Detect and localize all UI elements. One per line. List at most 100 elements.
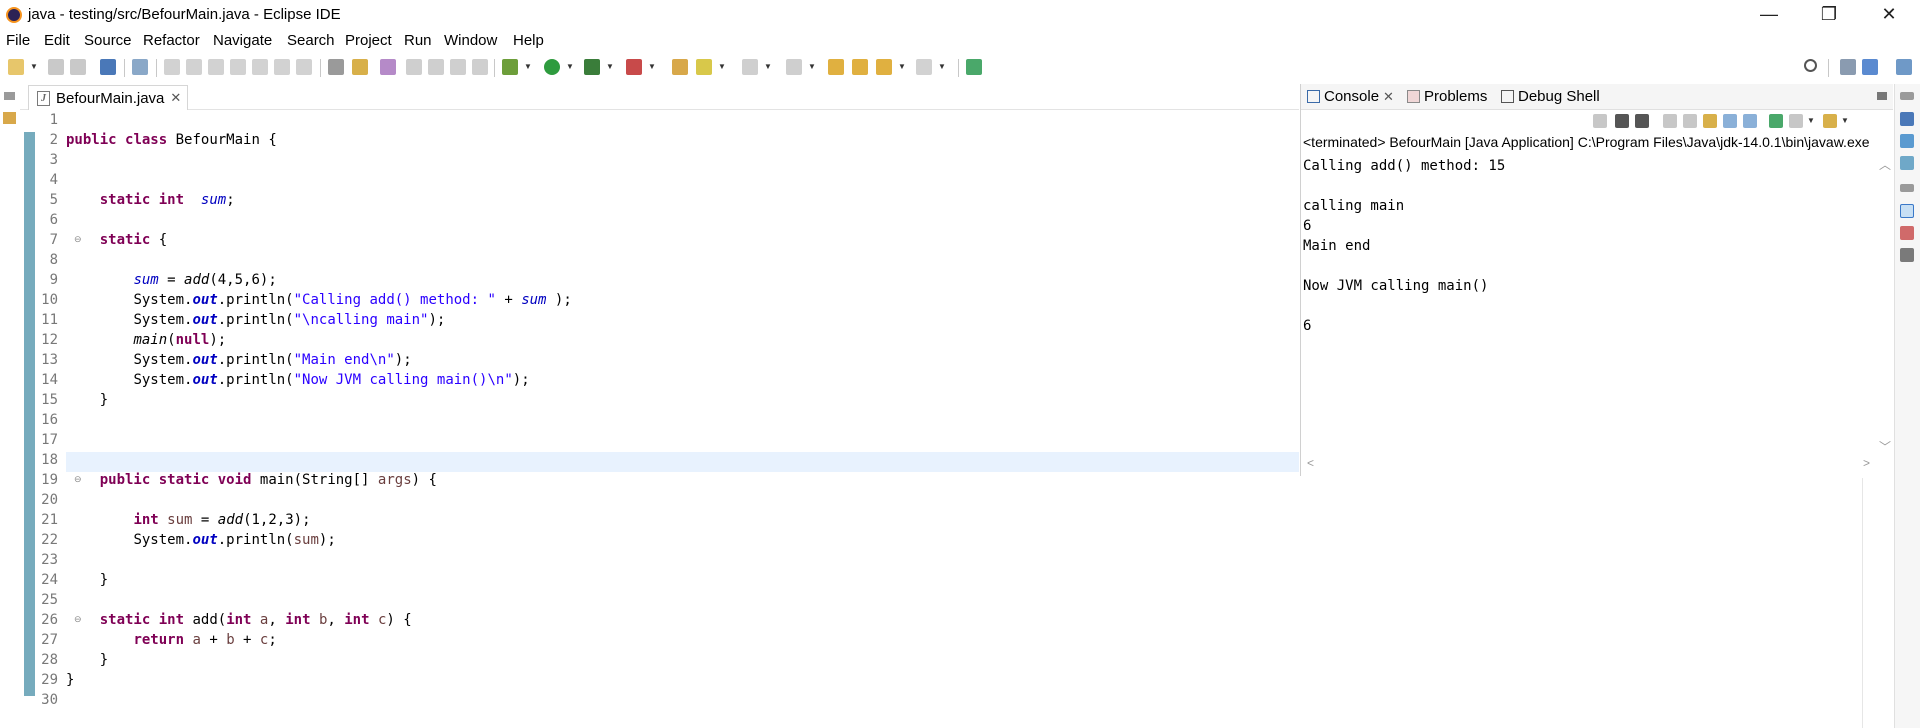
run-icon[interactable] [544, 59, 560, 75]
close-button[interactable]: ✕ [1866, 0, 1912, 29]
open-console-dropdown-icon[interactable]: ▼ [1841, 116, 1849, 125]
debug-perspective-icon[interactable] [1896, 59, 1912, 75]
terminate-icon[interactable] [208, 59, 224, 75]
suspend-icon[interactable] [186, 59, 202, 75]
search-referenced-icon[interactable] [380, 59, 396, 75]
forward-icon[interactable] [916, 59, 932, 75]
menu-search[interactable]: Search [287, 32, 335, 49]
menu-refactor[interactable]: Refactor [143, 32, 200, 49]
debug-icon[interactable] [502, 59, 518, 75]
external-tools-dropdown-icon[interactable]: ▼ [648, 62, 656, 71]
chevron-up-icon[interactable]: ︿ [1879, 156, 1891, 173]
run-dropdown-icon[interactable]: ▼ [566, 62, 574, 71]
skip-breakpoints-icon[interactable] [132, 59, 148, 75]
forward-dropdown-icon[interactable]: ▼ [938, 62, 946, 71]
open-task-icon[interactable] [672, 59, 688, 75]
word-wrap-icon[interactable] [1703, 114, 1717, 128]
variables-icon[interactable] [1900, 112, 1914, 126]
tab-problems[interactable]: Problems [1407, 88, 1487, 105]
pin-console-icon[interactable] [1769, 114, 1783, 128]
expressions-icon[interactable] [1900, 156, 1914, 170]
debug-dropdown-icon[interactable]: ▼ [524, 62, 532, 71]
open-type-icon[interactable] [352, 59, 368, 75]
menu-file[interactable]: File [6, 32, 30, 49]
open-console-icon[interactable] [1823, 114, 1837, 128]
chevron-down-icon[interactable]: ﹀ [1879, 438, 1891, 455]
java-perspective-icon[interactable] [1862, 59, 1878, 75]
next-edit-dropdown-icon[interactable]: ▼ [764, 62, 772, 71]
scroll-lock-icon[interactable] [1683, 114, 1697, 128]
breakpoints-icon[interactable] [1900, 134, 1914, 148]
show-on-output-icon[interactable] [1723, 114, 1737, 128]
back-icon[interactable] [876, 59, 892, 75]
chevron-right-icon[interactable]: > [1863, 456, 1870, 470]
editor-vertical-scrollbar[interactable] [1862, 478, 1892, 728]
line-number: 7 [49, 232, 58, 248]
step-return-icon[interactable] [296, 59, 312, 75]
chevron-left-icon[interactable]: < [1307, 456, 1314, 470]
restore-button[interactable]: ❐ [1806, 0, 1852, 29]
prev-annotation-icon[interactable] [428, 59, 444, 75]
next-edit-icon[interactable] [742, 59, 758, 75]
last-edit-location-icon[interactable] [828, 59, 844, 75]
console-vertical-scrollbar[interactable]: ︿ ﹀ [1877, 156, 1893, 456]
back-dropdown-icon[interactable]: ▼ [898, 62, 906, 71]
problems-icon[interactable] [1900, 226, 1914, 240]
menu-project[interactable]: Project [345, 32, 392, 49]
prev-edit-icon[interactable] [786, 59, 802, 75]
open-perspective-icon[interactable] [1840, 59, 1856, 75]
next-annotation-icon[interactable] [406, 59, 422, 75]
tab-console[interactable]: Console ✕ [1307, 88, 1394, 105]
step-into-icon[interactable] [252, 59, 268, 75]
package-explorer-icon[interactable] [3, 112, 16, 124]
task-dropdown-icon[interactable]: ▼ [718, 62, 726, 71]
new-dropdown-icon[interactable]: ▼ [30, 62, 38, 71]
disconnect-icon[interactable] [230, 59, 246, 75]
save-all-icon[interactable] [70, 59, 86, 75]
menu-edit[interactable]: Edit [44, 32, 70, 49]
menu-navigate[interactable]: Navigate [213, 32, 272, 49]
step-over-icon[interactable] [274, 59, 290, 75]
menu-run[interactable]: Run [404, 32, 432, 49]
tab-debug-shell[interactable]: Debug Shell [1501, 88, 1600, 105]
restore-view-icon[interactable] [4, 92, 15, 100]
show-whitespace-icon[interactable] [472, 59, 488, 75]
remove-all-terminated-icon[interactable] [1635, 114, 1649, 128]
pin-editor-icon[interactable] [966, 59, 982, 75]
terminal-icon[interactable] [100, 59, 116, 75]
menu-help[interactable]: Help [513, 32, 544, 49]
editor-tab-befourmain[interactable]: J BefourMain.java ✕ [28, 85, 189, 110]
resume-icon[interactable] [164, 59, 180, 75]
console-output[interactable]: Calling add() method: 15 calling main 6 … [1303, 156, 1877, 446]
toolbar-separator [494, 59, 495, 77]
display-console-icon[interactable] [1789, 114, 1803, 128]
terminate-console-icon[interactable] [1593, 114, 1607, 128]
console-horizontal-scrollbar[interactable]: < > [1303, 456, 1877, 472]
forward-location-icon[interactable] [852, 59, 868, 75]
use-step-filters-icon[interactable] [328, 59, 344, 75]
save-icon[interactable] [48, 59, 64, 75]
restore-view-icon[interactable] [1900, 184, 1914, 192]
debug-shell-icon[interactable] [1900, 248, 1914, 262]
coverage-icon[interactable] [584, 59, 600, 75]
code-editor[interactable]: 1 2 3 4 5 6 7 8 9 10 11 12 13 14 15 16 17 18 19 20 21 22 23 24 2… [20, 110, 1299, 728]
menu-window[interactable]: Window [444, 32, 497, 49]
clear-console-icon[interactable] [1663, 114, 1677, 128]
menu-source[interactable]: Source [84, 32, 132, 49]
display-console-dropdown-icon[interactable]: ▼ [1807, 116, 1815, 125]
console-icon[interactable] [1900, 204, 1914, 218]
restore-view-icon[interactable] [1900, 92, 1914, 100]
minimize-button[interactable]: — [1746, 0, 1792, 29]
minimize-view-icon[interactable] [1877, 92, 1887, 100]
new-icon[interactable] [8, 59, 24, 75]
remove-launch-icon[interactable] [1615, 114, 1629, 128]
prev-edit-dropdown-icon[interactable]: ▼ [808, 62, 816, 71]
toggle-mark-icon[interactable] [450, 59, 466, 75]
coverage-dropdown-icon[interactable]: ▼ [606, 62, 614, 71]
show-on-error-icon[interactable] [1743, 114, 1757, 128]
close-icon[interactable]: ✕ [170, 90, 181, 106]
close-icon[interactable]: ✕ [1383, 89, 1394, 105]
new-task-icon[interactable] [696, 59, 712, 75]
search-icon[interactable] [1804, 59, 1817, 72]
external-tools-icon[interactable] [626, 59, 642, 75]
